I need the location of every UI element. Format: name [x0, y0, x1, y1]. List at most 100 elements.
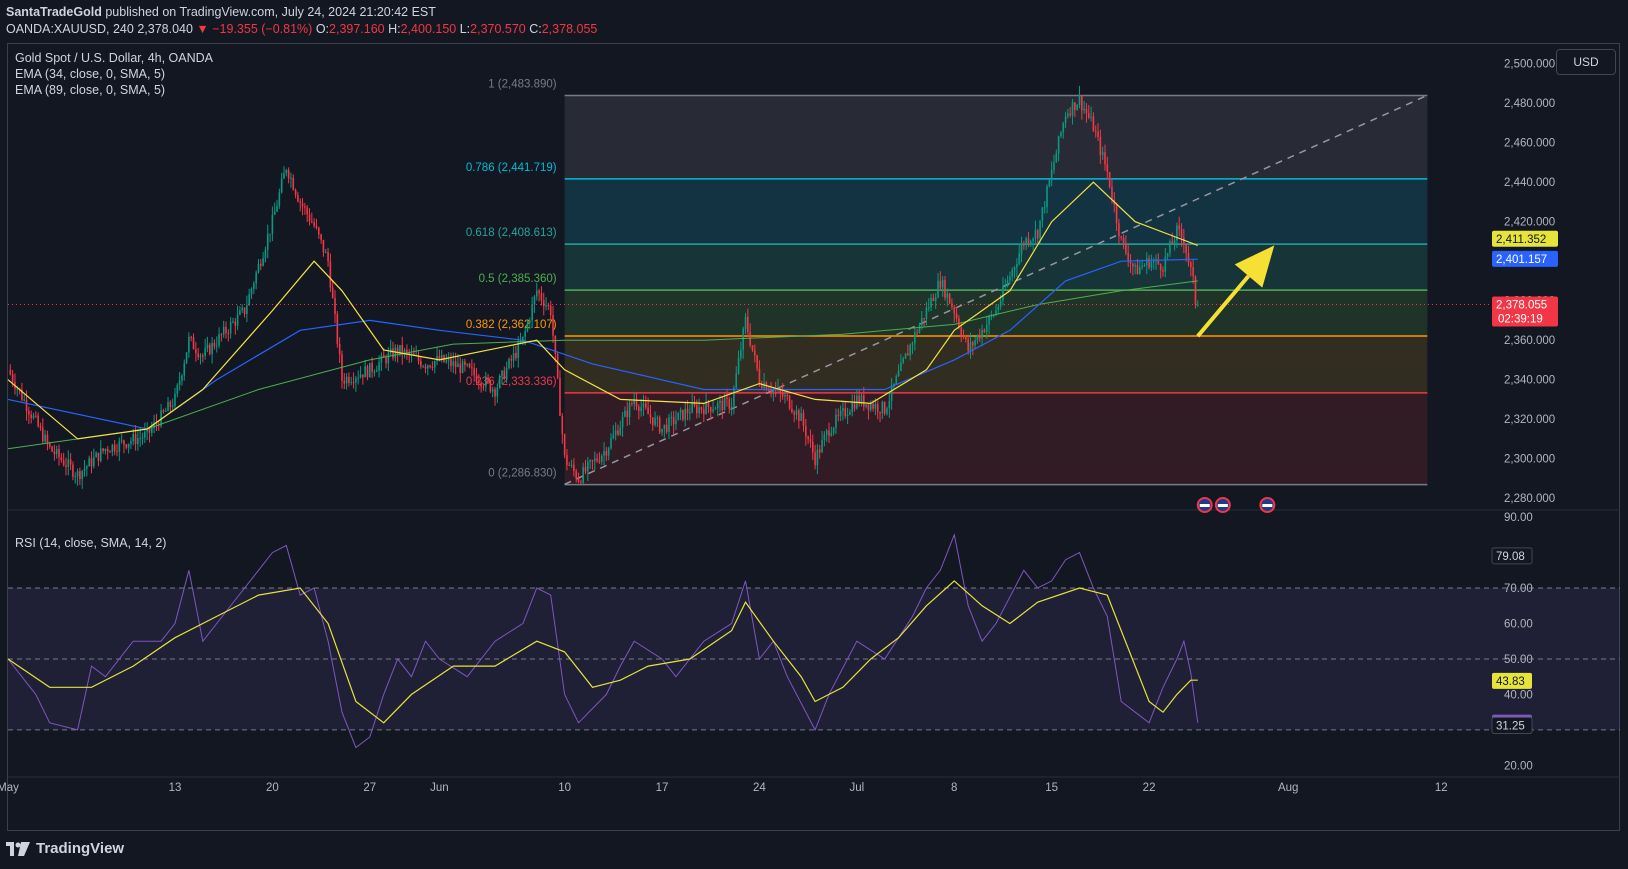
time-axis-tick: 24 — [753, 782, 766, 794]
candle-body — [466, 363, 469, 366]
candle-body — [167, 401, 169, 411]
candle-body — [505, 367, 508, 380]
candle-body — [1057, 135, 1060, 154]
candle-body — [1025, 238, 1027, 245]
candle-body — [900, 362, 902, 372]
candle-body — [23, 399, 26, 401]
candle-body — [649, 414, 652, 418]
candle-body — [1032, 238, 1034, 242]
legend-ema89[interactable]: EMA (89, close, 0, SMA, 5) — [15, 83, 165, 97]
candle-body — [1132, 263, 1134, 267]
legend-rsi[interactable]: RSI (14, close, SMA, 14, 2) — [15, 536, 166, 550]
candle-body — [208, 344, 211, 355]
legend-ema34[interactable]: EMA (34, close, 0, SMA, 5) — [15, 67, 165, 81]
candle-body — [271, 214, 274, 234]
tradingview-logo[interactable]: TradingView — [6, 840, 124, 857]
candle-body — [1060, 132, 1062, 136]
candle-body — [380, 355, 383, 363]
candle-body — [97, 452, 100, 461]
price-axis-tick: 2,440.000 — [1504, 177, 1555, 189]
candle-body — [1129, 261, 1132, 264]
candle-body — [540, 293, 543, 301]
candle-body — [69, 459, 72, 465]
candle-body — [123, 440, 125, 445]
candle-body — [387, 353, 390, 364]
candle-body — [315, 225, 318, 228]
candle-body — [721, 400, 724, 411]
currency-button[interactable]: USD — [1556, 49, 1616, 75]
rsi-axis-tick: 70.00 — [1504, 583, 1533, 595]
candle-body — [617, 430, 619, 435]
candle-body — [642, 403, 645, 408]
candle-body — [890, 385, 893, 401]
candle-body — [1106, 164, 1109, 172]
us-flag-stripe — [1199, 504, 1210, 507]
candle-body — [533, 296, 536, 305]
price-tag-text: 2,411.352 — [1496, 234, 1546, 246]
candle-body — [679, 409, 682, 413]
candle-body — [264, 249, 267, 259]
time-axis-tick: 17 — [656, 782, 669, 794]
candle-body — [930, 297, 932, 308]
candle-body — [283, 173, 285, 179]
candle-body — [132, 433, 135, 442]
candle-body — [93, 457, 95, 467]
fib-zone — [564, 244, 1428, 291]
candle-body — [517, 342, 520, 359]
legend-title[interactable]: Gold Spot / U.S. Dollar, 4h, OANDA — [15, 51, 213, 65]
candle-body — [357, 377, 360, 379]
time-axis-tick: Jun — [430, 782, 449, 794]
candle-body — [1145, 258, 1148, 266]
candle-body — [960, 327, 963, 336]
candle-body — [802, 413, 805, 427]
candle-body — [962, 335, 965, 337]
candle-body — [830, 432, 833, 436]
candle-body — [1143, 265, 1146, 267]
candle-body — [1180, 229, 1183, 238]
price-axis-tick: 2,340.000 — [1504, 375, 1555, 387]
candle-body — [211, 342, 213, 355]
candle-body — [955, 313, 958, 319]
chart-canvas[interactable]: 1 (2,483.890) 0.786 (2,441.719) 0.618 (2,4… — [0, 0, 1628, 869]
candle-body — [575, 471, 578, 479]
candle-body — [422, 366, 424, 368]
candle-body — [459, 363, 462, 373]
candle-body — [1071, 102, 1074, 116]
candle-body — [232, 321, 234, 323]
candle-body — [320, 234, 322, 240]
candle-body — [582, 467, 584, 483]
candle-body — [1029, 241, 1032, 244]
candle-body — [338, 343, 341, 355]
candle-body — [116, 451, 118, 453]
candle-body — [1138, 267, 1141, 275]
candle-body — [605, 451, 608, 456]
candle-body — [287, 169, 290, 179]
candle-body — [234, 321, 237, 326]
candle-body — [1004, 286, 1007, 288]
candle-body — [559, 378, 561, 416]
time-axis-tick: Jul — [849, 782, 864, 794]
candle-body — [552, 315, 554, 336]
candle-body — [202, 355, 204, 357]
candle-body — [1064, 116, 1067, 124]
time-axis-tick: 10 — [558, 782, 571, 794]
candle-body — [621, 416, 624, 428]
candle-body — [185, 352, 188, 364]
candle-body — [86, 466, 88, 469]
candle-body — [923, 318, 925, 320]
candle-body — [491, 389, 494, 392]
candle-body — [484, 377, 487, 387]
candle-body — [37, 415, 39, 427]
candle-body — [1055, 153, 1058, 163]
candle-body — [32, 415, 35, 418]
candle-body — [1034, 230, 1037, 239]
fib-level-label: 1 (2,483.890) — [488, 79, 557, 91]
candle-body — [573, 464, 575, 472]
candle-body — [767, 390, 770, 392]
fib-zone — [564, 178, 1428, 245]
candle-body — [41, 427, 44, 442]
candle-body — [1159, 264, 1162, 271]
candle-body — [1115, 204, 1118, 224]
candle-body — [814, 452, 816, 466]
fib-level-label: 0.382 (2,362.107) — [466, 319, 557, 331]
